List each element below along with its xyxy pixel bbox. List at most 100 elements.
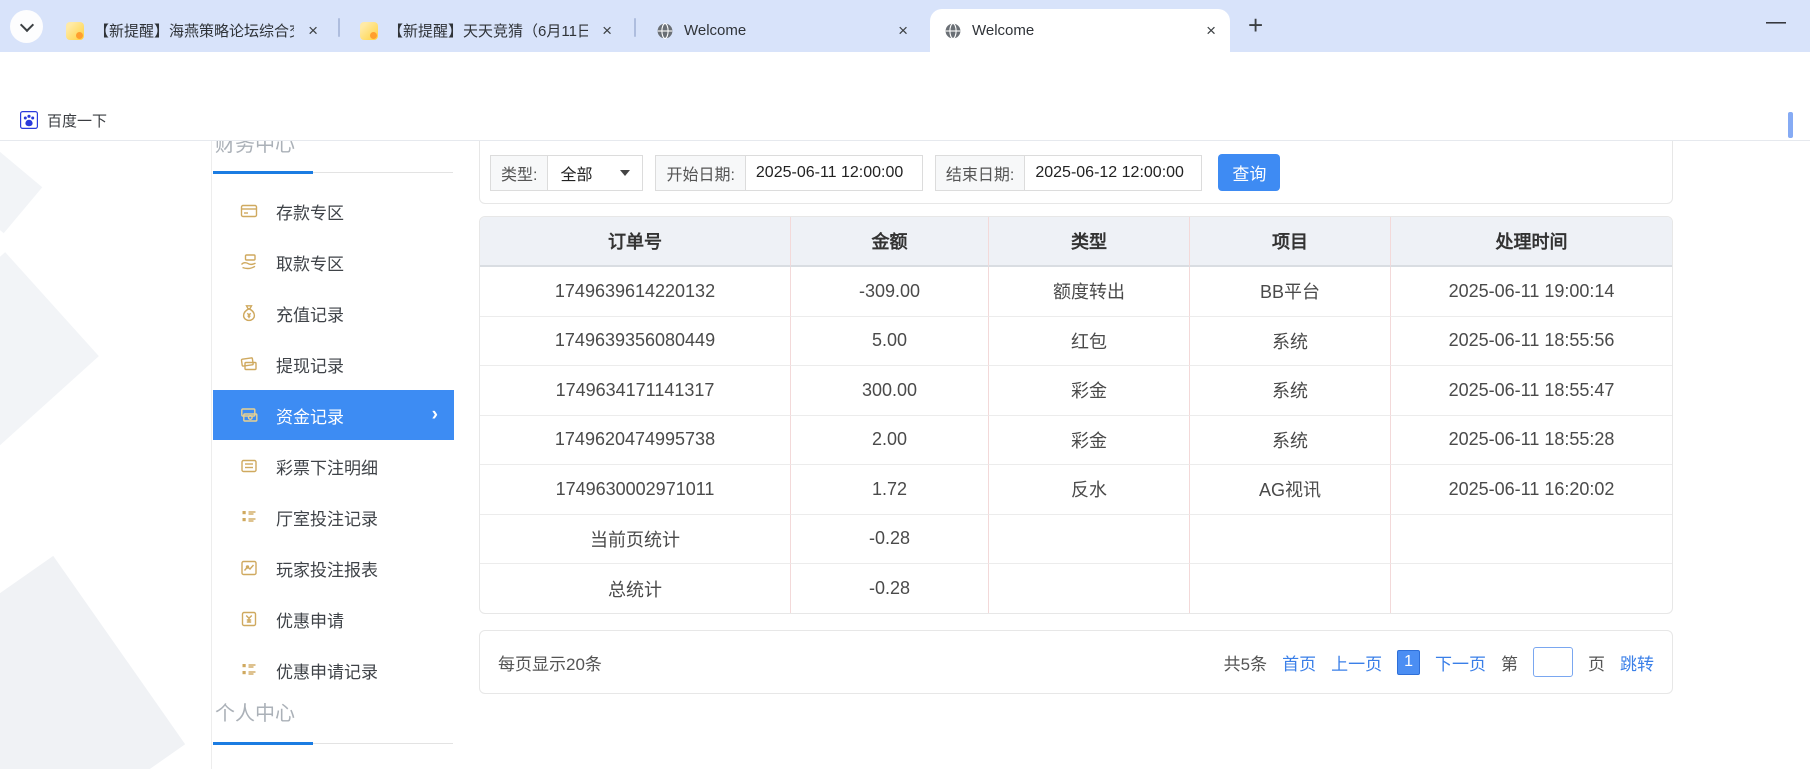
type-label: 类型: [490, 155, 547, 191]
header-order-id: 订单号 [480, 217, 791, 267]
next-page-link[interactable]: 下一页 [1435, 650, 1486, 675]
sidebar-item-player-bet-report[interactable]: 玩家投注报表 [213, 543, 454, 593]
tab-search-button[interactable] [10, 10, 43, 43]
end-date-input[interactable] [1024, 155, 1202, 191]
sidebar-item-label: 优惠申请 [276, 607, 344, 632]
cell-type: 彩金 [989, 366, 1190, 416]
cell-type: 红包 [989, 317, 1190, 367]
search-button[interactable]: 查询 [1218, 154, 1280, 191]
tab-separator [634, 18, 636, 37]
sidebar-section-personal: 个人中心 [215, 701, 295, 727]
cell-amount: -309.00 [791, 267, 989, 317]
sidebar-item-withdraw[interactable]: 取款专区 [213, 237, 454, 287]
close-icon[interactable]: × [598, 21, 616, 41]
cell-empty [989, 564, 1190, 614]
recharge-moneybag-icon [240, 304, 258, 322]
sidebar-item-withdrawal-record[interactable]: 提现记录 [213, 339, 454, 389]
type-select[interactable]: 全部 [547, 155, 643, 191]
type-filter-group: 类型: 全部 [490, 155, 643, 191]
sidebar-item-label: 优惠申请记录 [276, 658, 378, 683]
bookmark-baidu[interactable]: 百度一下 [20, 110, 107, 131]
section-underline [213, 171, 313, 174]
sidebar-item-deposit[interactable]: 存款专区 [213, 186, 454, 236]
sidebar-item-label: 彩票下注明细 [276, 454, 378, 479]
section-underline-rest [313, 172, 453, 173]
header-type: 类型 [989, 217, 1190, 267]
withdraw-hand-icon [240, 253, 258, 271]
withdrawal-cards-icon [240, 355, 258, 373]
sidebar-left-border [211, 141, 212, 769]
total-count-text: 共5条 [1224, 650, 1267, 675]
decorative-shape [0, 149, 42, 234]
header-process-time: 处理时间 [1391, 217, 1672, 267]
sidebar-item-label: 存款专区 [276, 199, 344, 224]
page-jump-input[interactable] [1533, 647, 1573, 677]
prev-page-link[interactable]: 上一页 [1331, 650, 1382, 675]
promo-record-list-icon [240, 661, 258, 679]
jump-button[interactable]: 跳转 [1620, 650, 1654, 675]
sidebar-item-room-bet-record[interactable]: 厅室投注记录 [213, 492, 454, 542]
tab-title: 【新提醒】天天竞猜（6月11日 [388, 20, 588, 41]
tab-separator [338, 18, 340, 37]
start-date-group: 开始日期: [655, 155, 922, 191]
cell-amount: 5.00 [791, 317, 989, 367]
sidebar-item-label: 取款专区 [276, 250, 344, 275]
first-page-link[interactable]: 首页 [1282, 650, 1316, 675]
cell-empty [1391, 564, 1672, 614]
sidebar-item-promo-apply-record[interactable]: 优惠申请记录 [213, 645, 454, 695]
pagination-bar: 每页显示20条 共5条 首页 上一页 1 下一页 第 页 跳转 [479, 630, 1673, 694]
scrollbar-thumb[interactable] [1788, 112, 1793, 138]
cell-type: 额度转出 [989, 267, 1190, 317]
tab-strip: 【新提醒】海燕策略论坛综合交 × 【新提醒】天天竞猜（6月11日 × Welco… [0, 0, 1810, 52]
filter-bar: 类型: 全部 开始日期: 结束日期: 查询 [479, 141, 1673, 204]
browser-toolbar: js14.cc/hhcp/usercenter.html?iniType=6 [0, 52, 1810, 100]
cell-time: 2025-06-11 16:20:02 [1391, 465, 1672, 515]
cell-order-id: 1749639356080449 [480, 317, 791, 367]
current-page-badge[interactable]: 1 [1397, 650, 1420, 675]
tab-welcome-1[interactable]: Welcome × [642, 9, 922, 52]
header-project: 项目 [1190, 217, 1391, 267]
chevron-right-icon: › [432, 404, 438, 426]
deposit-card-icon [240, 202, 258, 220]
cell-empty [1190, 515, 1391, 565]
window-minimize-button[interactable]: — [1766, 11, 1786, 34]
cell-summary-label: 总统计 [480, 564, 791, 614]
sidebar-item-recharge-record[interactable]: 充值记录 [213, 288, 454, 338]
cell-order-id: 1749634171141317 [480, 366, 791, 416]
cell-project: AG视讯 [1190, 465, 1391, 515]
close-icon[interactable]: × [894, 21, 912, 41]
cell-empty [1391, 515, 1672, 565]
new-tab-button[interactable]: + [1248, 10, 1263, 41]
chevron-down-icon [19, 18, 33, 32]
decorative-shape [0, 556, 185, 769]
cell-project: BB平台 [1190, 267, 1391, 317]
type-select-value: 全部 [560, 161, 592, 185]
per-page-text: 每页显示20条 [498, 650, 602, 675]
sidebar-section-finance: 财务中心 [215, 141, 295, 158]
tab-title: 【新提醒】海燕策略论坛综合交 [94, 20, 294, 41]
cell-project: 系统 [1190, 317, 1391, 367]
room-bet-list-icon [240, 508, 258, 526]
cell-empty [989, 515, 1190, 565]
bookmarks-bar: 百度一下 [0, 100, 1810, 141]
tab-welcome-active[interactable]: Welcome × [930, 9, 1230, 52]
cell-type: 反水 [989, 465, 1190, 515]
section-underline [213, 742, 313, 745]
cell-time: 2025-06-11 19:00:14 [1391, 267, 1672, 317]
sidebar-item-label: 玩家投注报表 [276, 556, 378, 581]
sidebar-item-funds-record[interactable]: 资金记录 › [213, 390, 454, 440]
tab-tiantian-guess[interactable]: 【新提醒】天天竞猜（6月11日 × [346, 9, 626, 52]
baidu-paw-icon [20, 111, 38, 129]
sidebar-item-label: 资金记录 [276, 403, 344, 428]
sidebar-item-promo-apply[interactable]: 优惠申请 [213, 594, 454, 644]
cell-summary-label: 当前页统计 [480, 515, 791, 565]
sidebar-item-lottery-bet-detail[interactable]: 彩票下注明细 [213, 441, 454, 491]
close-icon[interactable]: × [1202, 21, 1220, 41]
cell-order-id: 1749639614220132 [480, 267, 791, 317]
bookmark-label: 百度一下 [47, 110, 107, 131]
chat-yellow-icon [66, 22, 84, 40]
close-icon[interactable]: × [304, 21, 322, 41]
tab-haiyan-forum[interactable]: 【新提醒】海燕策略论坛综合交 × [52, 9, 332, 52]
start-date-input[interactable] [745, 155, 923, 191]
cell-amount: -0.28 [791, 515, 989, 565]
